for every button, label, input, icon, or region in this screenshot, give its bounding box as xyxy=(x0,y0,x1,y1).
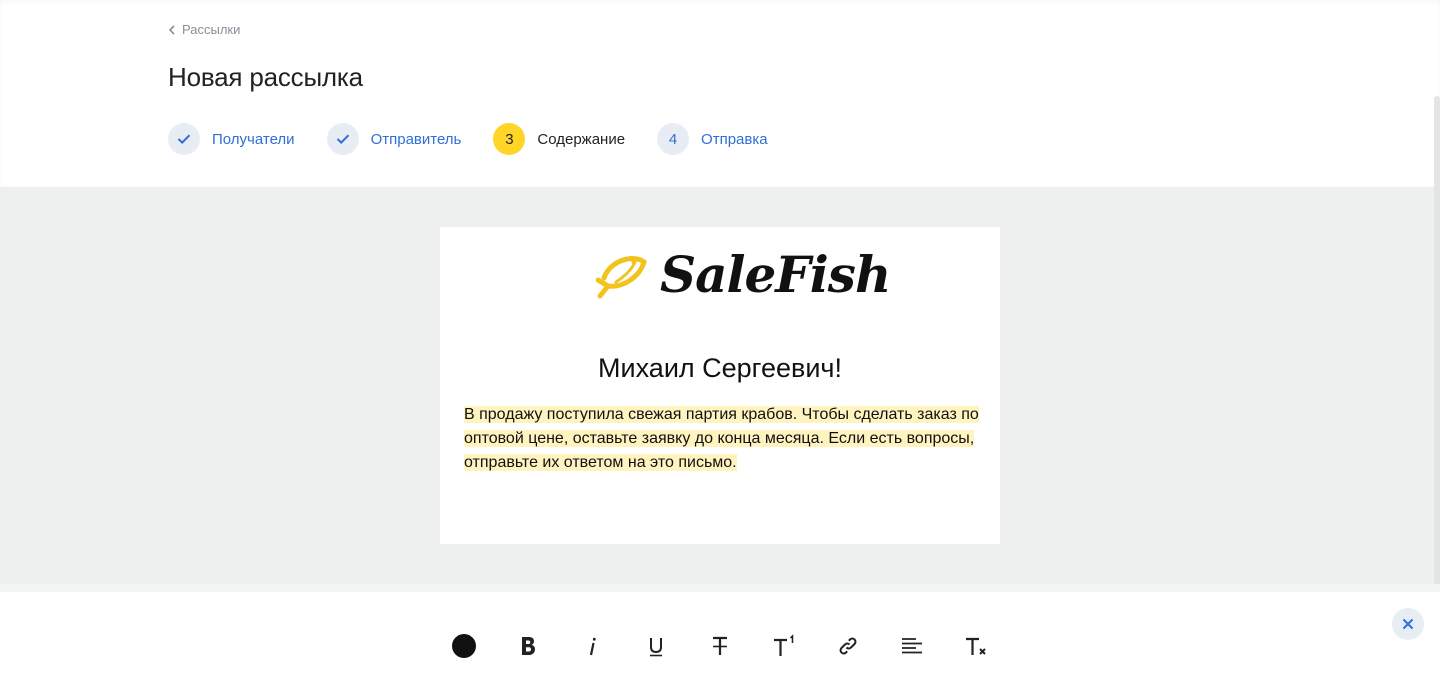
italic-button[interactable] xyxy=(576,630,608,662)
italic-icon xyxy=(589,637,596,656)
stepper: Получатели Отправитель 3 Содержание 4 От… xyxy=(168,123,800,155)
breadcrumb[interactable]: Рассылки xyxy=(168,22,240,37)
step-send[interactable]: 4 Отправка xyxy=(657,123,768,155)
step-label: Содержание xyxy=(537,130,626,148)
step-number-badge: 3 xyxy=(493,123,526,155)
step-done-badge xyxy=(168,123,200,155)
email-body[interactable]: В продажу поступила свежая партия крабов… xyxy=(464,403,984,475)
superscript-icon xyxy=(774,634,794,656)
step-label: Получатели xyxy=(212,130,295,148)
header: Рассылки Новая рассылка Получатели Отпра… xyxy=(0,0,1440,187)
text-color-button[interactable] xyxy=(448,630,480,662)
chevron-left-icon xyxy=(168,24,175,35)
link-icon xyxy=(839,637,857,655)
logo: SaleFish xyxy=(596,245,891,304)
step-label: Отправка xyxy=(701,130,768,148)
check-icon xyxy=(336,134,349,145)
strikethrough-button[interactable] xyxy=(704,630,736,662)
bold-button[interactable] xyxy=(512,630,544,662)
step-number-badge: 4 xyxy=(657,123,690,155)
email-greeting[interactable]: Михаил Сергеевич! xyxy=(440,353,1000,384)
clear-format-icon xyxy=(966,637,986,655)
close-button[interactable] xyxy=(1392,608,1424,640)
breadcrumb-link[interactable]: Рассылки xyxy=(182,22,240,37)
step-label: Отправитель xyxy=(370,130,462,148)
scrollbar[interactable] xyxy=(1434,96,1440,592)
format-toolbar xyxy=(0,592,1440,688)
page-title: Новая рассылка xyxy=(168,62,363,92)
step-content[interactable]: 3 Содержание xyxy=(493,123,625,155)
divider xyxy=(0,584,1440,592)
strikethrough-icon xyxy=(713,636,727,655)
align-left-button[interactable] xyxy=(896,630,928,662)
underline-icon xyxy=(650,638,662,657)
step-done-badge xyxy=(326,123,359,155)
text-color-icon xyxy=(452,634,476,658)
step-sender[interactable]: Отправитель xyxy=(326,123,462,155)
align-left-icon xyxy=(902,638,922,654)
check-icon xyxy=(177,134,191,145)
clear-format-button[interactable] xyxy=(960,630,992,662)
email-body-text[interactable]: В продажу поступила свежая партия крабов… xyxy=(464,406,979,471)
logo-text: SaleFish xyxy=(660,245,891,304)
superscript-button[interactable] xyxy=(768,630,800,662)
underline-button[interactable] xyxy=(640,630,672,662)
email-preview: SaleFish Михаил Сергеевич! В продажу пос… xyxy=(440,227,1000,544)
step-recipients[interactable]: Получатели xyxy=(168,123,295,155)
fish-logo-icon xyxy=(596,255,647,298)
close-icon xyxy=(1402,618,1414,630)
bold-icon xyxy=(522,637,535,655)
link-button[interactable] xyxy=(832,630,864,662)
